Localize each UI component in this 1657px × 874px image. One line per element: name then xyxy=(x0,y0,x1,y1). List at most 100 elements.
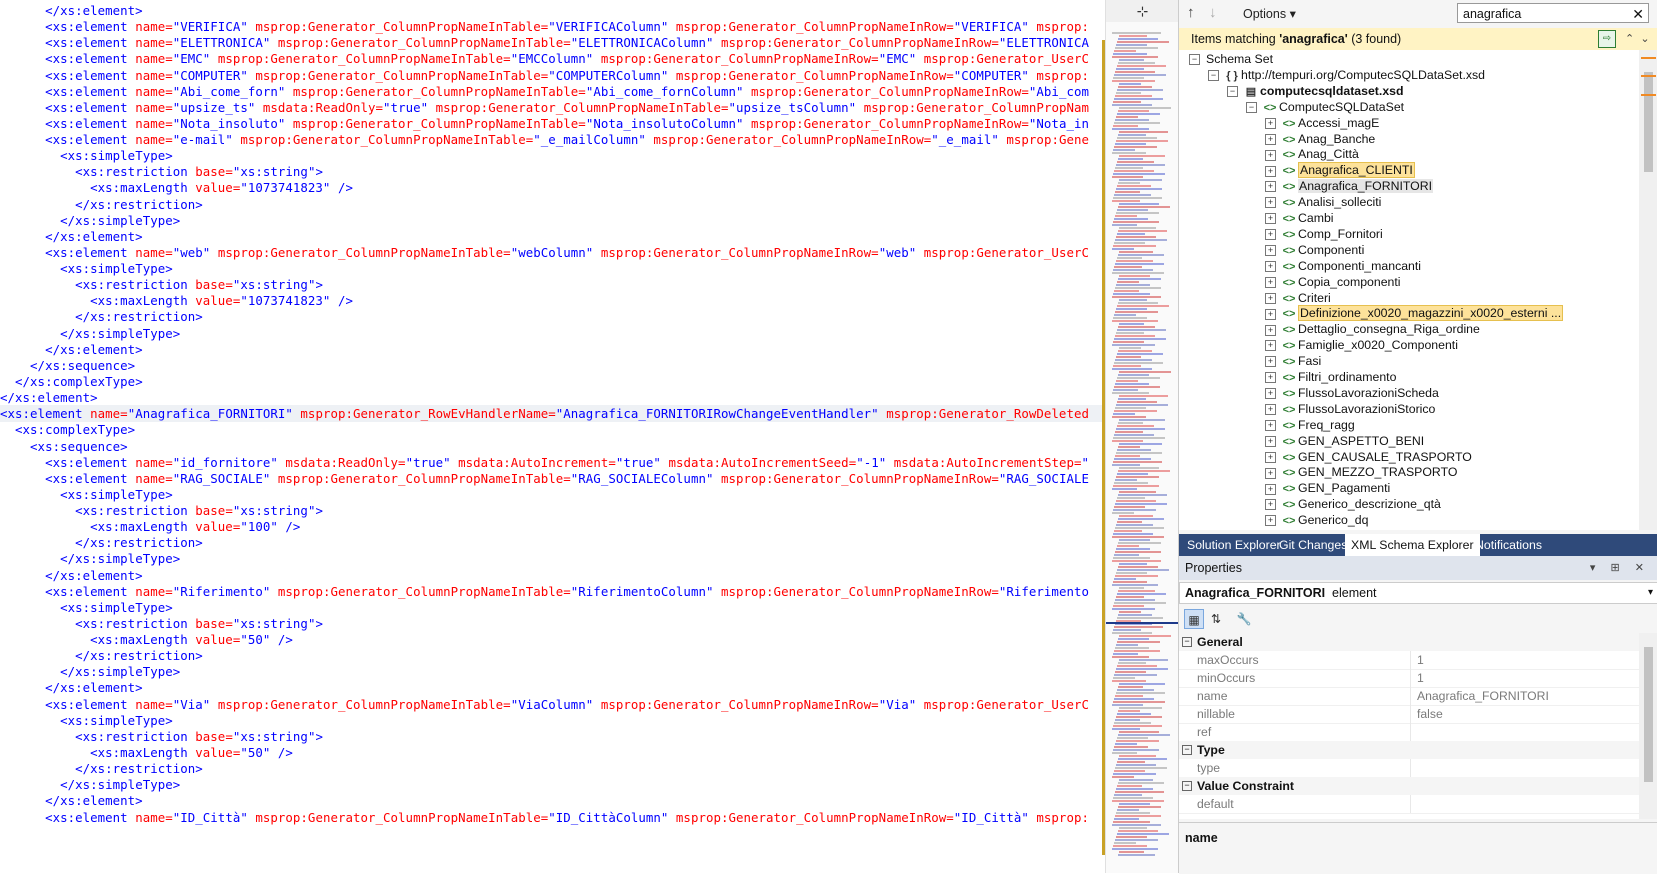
code-line[interactable]: </xs:simpleType> xyxy=(0,663,180,680)
categorized-icon[interactable]: ▦ xyxy=(1184,609,1204,629)
code-line[interactable]: </xs:complexType> xyxy=(0,373,143,390)
property-category[interactable]: − Value Constraint xyxy=(1179,777,1639,795)
code-line[interactable]: <xs:element name="Via" msprop:Generator_… xyxy=(0,696,1089,713)
tree-node[interactable]: + <> FlussoLavorazioniStorico xyxy=(1265,401,1435,417)
expand-icon[interactable]: + xyxy=(1265,245,1276,257)
expand-icon[interactable]: + xyxy=(1265,515,1276,527)
code-line[interactable]: </xs:simpleType> xyxy=(0,550,180,567)
code-line[interactable]: <xs:maxLength value="1073741823" /> xyxy=(0,292,353,309)
tab-xml-schema-explorer[interactable]: XML Schema Explorer xyxy=(1345,534,1480,556)
code-line[interactable]: </xs:element> xyxy=(0,567,143,584)
tree-node[interactable]: − <> ComputecSQLDataSet xyxy=(1246,99,1404,115)
collapse-icon[interactable]: − xyxy=(1208,70,1219,82)
property-row[interactable]: maxOccurs 1 xyxy=(1179,651,1639,670)
tab-solution-explorer[interactable]: Solution Explorer xyxy=(1181,534,1287,556)
code-line[interactable]: </xs:restriction> xyxy=(0,760,203,777)
code-line[interactable]: <xs:maxLength value="50" /> xyxy=(0,744,293,761)
code-line[interactable]: <xs:maxLength value="100" /> xyxy=(0,518,300,535)
options-dropdown[interactable]: Options ▾ xyxy=(1243,6,1296,21)
expand-icon[interactable]: + xyxy=(1265,372,1276,384)
expand-icon[interactable]: + xyxy=(1265,308,1276,320)
property-grid-scrollbar[interactable] xyxy=(1639,633,1657,819)
code-line[interactable]: </xs:restriction> xyxy=(0,534,203,551)
expand-icon[interactable]: + xyxy=(1265,117,1276,129)
code-line[interactable]: <xs:element name="Riferimento" msprop:Ge… xyxy=(0,583,1089,600)
code-line[interactable]: <xs:element name="Anagrafica_FORNITORI" … xyxy=(0,405,1102,423)
code-line[interactable]: <xs:element name="EMC" msprop:Generator_… xyxy=(0,50,1089,67)
code-line[interactable]: </xs:element> xyxy=(0,228,143,245)
expand-icon[interactable]: + xyxy=(1265,388,1276,400)
code-line[interactable]: </xs:element> xyxy=(0,341,143,358)
property-pages-icon[interactable]: 🔧 xyxy=(1234,609,1254,629)
property-value[interactable]: Anagrafica_FORNITORI xyxy=(1417,687,1549,705)
collapse-icon[interactable]: − xyxy=(1189,54,1200,66)
tree-node[interactable]: + <> Copia_componenti xyxy=(1265,274,1401,290)
tree-node[interactable]: + <> GEN_Pagamenti xyxy=(1265,480,1390,496)
code-line[interactable]: <xs:restriction base="xs:string"> xyxy=(0,728,323,745)
code-line[interactable]: </xs:simpleType> xyxy=(0,325,180,342)
code-line[interactable]: <xs:element name="Nota_insoluto" msprop:… xyxy=(0,115,1089,132)
expand-icon[interactable]: + xyxy=(1265,133,1276,145)
xml-code-editor[interactable]: </xs:element> <xs:element name="VERIFICA… xyxy=(0,0,1102,873)
tree-node[interactable]: + <> Comp_Fornitori xyxy=(1265,226,1383,242)
property-row[interactable]: type xyxy=(1179,759,1639,778)
code-line[interactable]: <xs:simpleType> xyxy=(0,147,173,164)
tree-scrollbar-thumb[interactable] xyxy=(1644,72,1653,172)
tree-node[interactable]: + <> Famiglie_x0020_Componenti xyxy=(1265,337,1458,353)
code-line[interactable]: <xs:sequence> xyxy=(0,438,128,455)
expand-icon[interactable]: + xyxy=(1265,165,1276,177)
code-line[interactable]: </xs:restriction> xyxy=(0,308,203,325)
property-value[interactable]: 1 xyxy=(1417,669,1424,687)
tree-node[interactable]: + <> Definizione_x0020_magazzini_x0020_est… xyxy=(1265,305,1564,322)
collapse-icon[interactable]: − xyxy=(1182,745,1192,755)
code-line[interactable]: </xs:restriction> xyxy=(0,196,203,213)
property-row[interactable]: default xyxy=(1179,795,1639,814)
property-row[interactable]: ref xyxy=(1179,723,1639,742)
expand-icon[interactable]: + xyxy=(1265,149,1276,161)
arrow-down-icon[interactable]: ↓ xyxy=(1209,4,1217,21)
tree-node[interactable]: + <> Dettaglio_consegna_Riga_ordine xyxy=(1265,321,1480,337)
window-controls[interactable]: ▾ ⊞ ✕ xyxy=(1590,556,1650,580)
expand-icon[interactable]: + xyxy=(1265,467,1276,479)
tree-node[interactable]: + <> Cambi xyxy=(1265,210,1334,226)
search-input[interactable]: anagrafica ✕ xyxy=(1457,3,1649,23)
code-line[interactable]: <xs:element name="RAG_SOCIALE" msprop:Ge… xyxy=(0,470,1089,487)
tab-git-changes[interactable]: Git Changes xyxy=(1273,534,1353,556)
expand-icon[interactable]: + xyxy=(1265,356,1276,368)
property-row[interactable]: nillable false xyxy=(1179,705,1639,724)
code-line[interactable]: <xs:simpleType> xyxy=(0,486,173,503)
property-value[interactable]: false xyxy=(1417,705,1443,723)
code-line[interactable]: <xs:simpleType> xyxy=(0,260,173,277)
collapse-icon[interactable]: − xyxy=(1246,101,1257,113)
tree-node[interactable]: + <> Generico_dq xyxy=(1265,512,1368,528)
tree-node[interactable]: + <> Generico_descrizione_qtà xyxy=(1265,496,1441,512)
code-line[interactable]: <xs:complexType> xyxy=(0,421,135,438)
property-category[interactable]: − General xyxy=(1179,633,1639,651)
code-line[interactable]: </xs:element> xyxy=(0,792,143,809)
tree-node[interactable]: − ▤ computecsqldataset.xsd xyxy=(1227,83,1404,99)
tree-node[interactable]: + <> Fasi xyxy=(1265,353,1321,369)
tree-node[interactable]: + <> Criteri xyxy=(1265,290,1331,306)
collapse-icon[interactable]: − xyxy=(1182,781,1192,791)
property-row[interactable]: name Anagrafica_FORNITORI xyxy=(1179,687,1639,706)
expand-icon[interactable]: + xyxy=(1265,260,1276,272)
expand-icon[interactable]: + xyxy=(1265,181,1276,193)
tree-node[interactable]: + <> Componenti xyxy=(1265,242,1364,258)
go-to-results-icon[interactable]: ⇨ xyxy=(1598,30,1616,48)
close-icon[interactable]: ✕ xyxy=(1632,4,1644,24)
tree-node[interactable]: + <> Anag_Banche xyxy=(1265,131,1375,147)
code-line[interactable]: <xs:restriction base="xs:string"> xyxy=(0,163,323,180)
code-line[interactable]: <xs:element name="ELETTRONICA" msprop:Ge… xyxy=(0,34,1089,51)
code-line[interactable]: </xs:element> xyxy=(0,389,98,406)
code-line[interactable]: <xs:element name="ID_Città" msprop:Gener… xyxy=(0,809,1089,826)
expand-icon[interactable]: + xyxy=(1265,340,1276,352)
tree-node[interactable]: + <> Analisi_solleciti xyxy=(1265,194,1381,210)
expand-icon[interactable]: + xyxy=(1265,276,1276,288)
code-line[interactable]: <xs:restriction base="xs:string"> xyxy=(0,502,323,519)
expand-icon[interactable]: + xyxy=(1265,229,1276,241)
expand-icon[interactable]: + xyxy=(1265,197,1276,209)
property-value[interactable]: 1 xyxy=(1417,651,1424,669)
code-line[interactable]: <xs:simpleType> xyxy=(0,712,173,729)
tree-node[interactable]: + <> Freq_ragg xyxy=(1265,417,1355,433)
editor-minimap-scrollbar[interactable]: ⊹ xyxy=(1105,0,1179,873)
